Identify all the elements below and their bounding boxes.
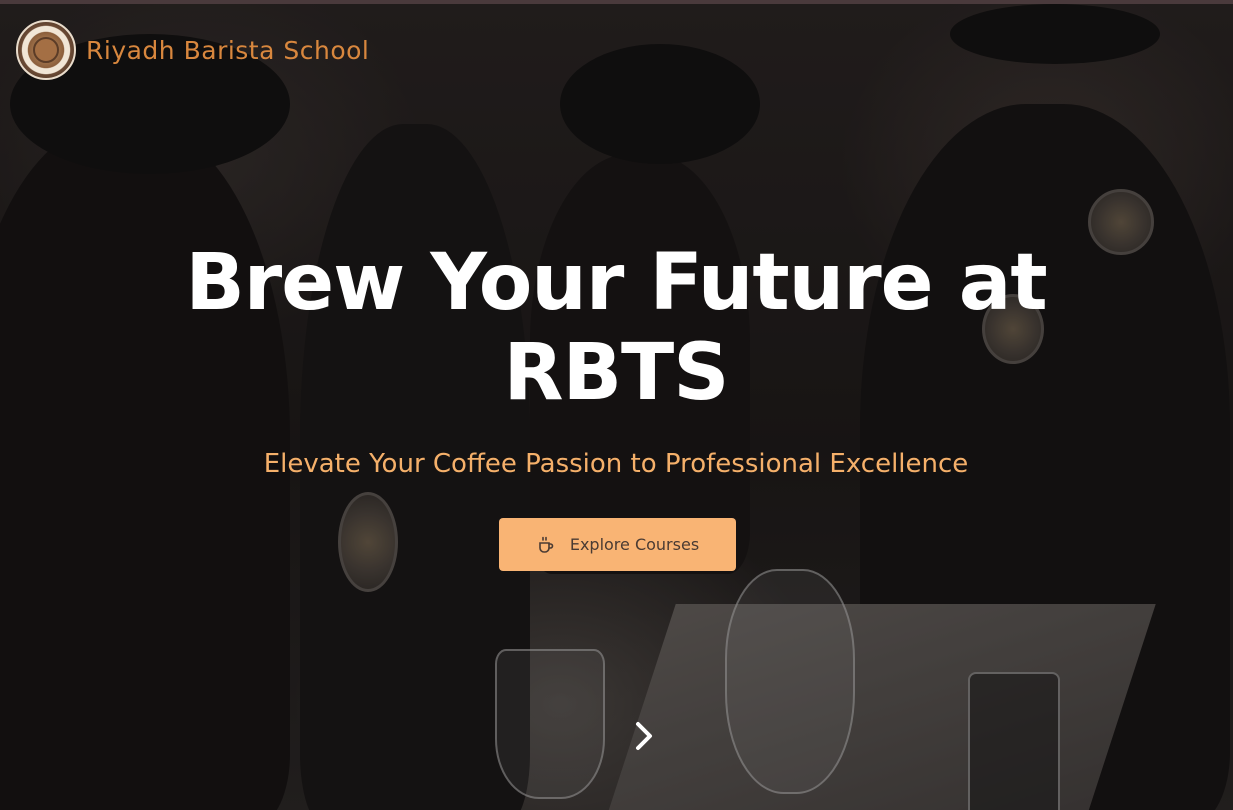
site-brand[interactable]: Riyadh Barista School bbox=[16, 20, 369, 80]
explore-courses-label: Explore Courses bbox=[569, 535, 700, 554]
hero-subtitle: Elevate Your Coffee Passion to Professio… bbox=[263, 449, 969, 479]
school-emblem-logo[interactable] bbox=[16, 20, 76, 80]
logo-figure-icon bbox=[33, 37, 59, 63]
hero-title: Brew Your Future at RBTS bbox=[185, 238, 1047, 418]
chevron-right-icon[interactable] bbox=[624, 718, 660, 754]
brand-name[interactable]: Riyadh Barista School bbox=[86, 36, 369, 65]
explore-courses-button[interactable]: Explore Courses bbox=[499, 518, 736, 571]
coffee-cup-icon bbox=[536, 535, 556, 555]
